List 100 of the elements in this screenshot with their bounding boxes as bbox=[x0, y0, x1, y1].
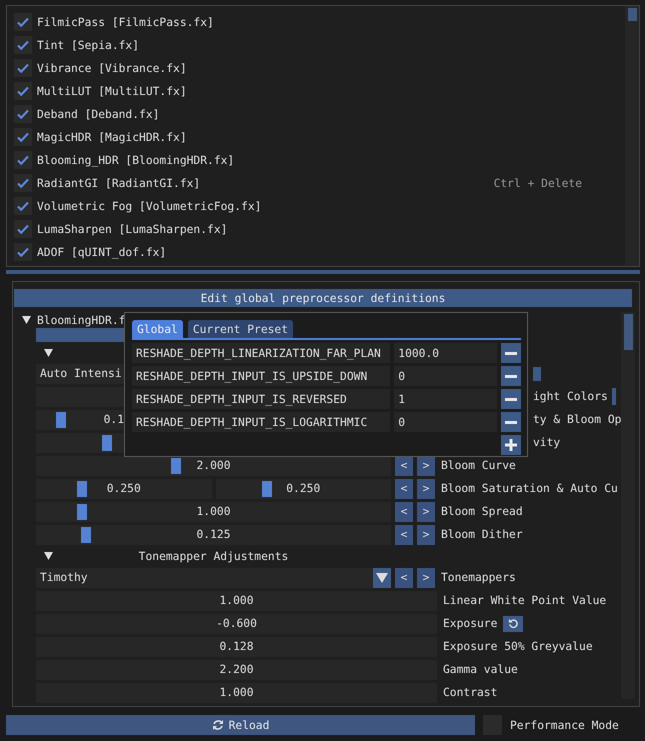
next-button[interactable]: > bbox=[417, 456, 435, 476]
minus-icon bbox=[505, 398, 517, 400]
minus-icon bbox=[505, 420, 517, 424]
next-button[interactable]: > bbox=[417, 524, 435, 544]
checkbox[interactable] bbox=[14, 220, 32, 238]
setting-label: vity bbox=[533, 436, 560, 449]
add-button[interactable] bbox=[501, 435, 521, 455]
setting-label: Bloom Saturation & Auto Cu bbox=[441, 482, 618, 495]
definition-name-field[interactable]: RESHADE_DEPTH_INPUT_IS_UPSIDE_DOWN bbox=[132, 366, 390, 386]
setting-label: Bloom Spread bbox=[441, 505, 523, 518]
effect-name[interactable]: Vibrance [Vibrance.fx] bbox=[37, 62, 187, 74]
setting-label: Gamma value bbox=[443, 663, 518, 676]
remove-button[interactable] bbox=[501, 389, 521, 409]
expanded-arrow-icon[interactable] bbox=[44, 552, 53, 560]
slider-thumb[interactable] bbox=[80, 526, 91, 542]
effect-name[interactable]: Blooming_HDR [BloomingHDR.fx] bbox=[37, 154, 234, 166]
remove-button[interactable] bbox=[501, 343, 521, 363]
definition-value-field[interactable]: 0 bbox=[394, 412, 497, 432]
checkbox[interactable] bbox=[14, 174, 32, 192]
previous-button[interactable]: < bbox=[395, 478, 413, 498]
slider-field[interactable] bbox=[36, 432, 124, 452]
checkbox[interactable] bbox=[14, 105, 32, 123]
number-field[interactable]: 1.000 bbox=[36, 590, 437, 610]
setting-label: ight Colors bbox=[533, 390, 608, 403]
next-button[interactable]: > bbox=[417, 502, 435, 522]
slider-field[interactable]: 0.250 bbox=[36, 478, 212, 498]
previous-button[interactable]: < bbox=[395, 502, 413, 522]
minus-icon bbox=[505, 352, 517, 354]
setting-label: Tonemappers bbox=[441, 571, 516, 584]
scrollbar[interactable] bbox=[625, 6, 639, 266]
slider-thumb[interactable] bbox=[77, 480, 88, 496]
definition-name-field[interactable]: RESHADE_DEPTH_LINEARIZATION_FAR_PLAN bbox=[132, 343, 390, 363]
setting-label: Linear White Point Value bbox=[443, 594, 606, 607]
next-button[interactable]: > bbox=[417, 478, 435, 498]
effect-name[interactable]: RadiantGI [RadiantGI.fx] bbox=[37, 176, 200, 190]
definition-value-field[interactable]: 1000.0 bbox=[394, 343, 497, 363]
slider-thumb[interactable] bbox=[77, 504, 88, 520]
previous-button[interactable]: < bbox=[395, 456, 413, 476]
next-button[interactable]: > bbox=[417, 568, 435, 588]
slider-thumb[interactable] bbox=[262, 480, 272, 496]
checkbox[interactable] bbox=[14, 128, 32, 146]
effect-name[interactable]: Deband [Deband.fx] bbox=[37, 108, 160, 120]
number-field[interactable]: 1.000 bbox=[36, 682, 437, 702]
effect-name[interactable]: FilmicPass [FilmicPass.fx] bbox=[37, 16, 214, 28]
definition-name-field[interactable]: RESHADE_DEPTH_INPUT_IS_LOGARITHMIC bbox=[132, 412, 390, 432]
effect-tree-node[interactable]: BloomingHDR.f bbox=[37, 314, 126, 326]
setting-label: Bloom Dither bbox=[441, 528, 523, 541]
slider-field[interactable]: 0.250 bbox=[216, 478, 391, 498]
checkbox[interactable] bbox=[14, 59, 32, 77]
slider-field[interactable]: 0.125 bbox=[36, 524, 391, 544]
section-header[interactable]: Tonemapper Adjustments bbox=[36, 550, 391, 562]
effect-name[interactable]: LumaSharpen [LumaSharpen.fx] bbox=[37, 222, 228, 236]
tab[interactable]: Current Preset bbox=[188, 320, 294, 338]
number-field[interactable]: 0.128 bbox=[36, 636, 437, 656]
slider-field[interactable]: 2.000 bbox=[36, 456, 391, 476]
slider-field[interactable]: 0.1 bbox=[36, 410, 124, 430]
expanded-arrow-icon[interactable] bbox=[22, 316, 31, 324]
previous-button[interactable]: < bbox=[395, 568, 413, 588]
checkbox[interactable] bbox=[14, 13, 32, 31]
slider-field[interactable] bbox=[36, 386, 124, 406]
dropdown[interactable]: Auto Intensi bbox=[36, 364, 124, 384]
effect-name[interactable]: Volumetric Fog [VolumetricFog.fx] bbox=[37, 200, 262, 212]
effect-name[interactable]: MagicHDR [MagicHDR.fx] bbox=[37, 130, 187, 144]
setting-label: ty & Bloom Op bbox=[533, 413, 622, 426]
previous-button[interactable]: < bbox=[395, 524, 413, 544]
number-field[interactable]: -0.600 bbox=[36, 614, 437, 634]
effect-name[interactable]: ADOF [qUINT_dof.fx] bbox=[37, 246, 166, 258]
scrollbar[interactable] bbox=[621, 312, 636, 699]
checkbox[interactable] bbox=[14, 197, 32, 215]
effect-name[interactable]: Tint [Sepia.fx] bbox=[37, 38, 140, 52]
checkbox[interactable] bbox=[14, 82, 32, 100]
setting-label: Contrast bbox=[443, 686, 498, 699]
minus-icon bbox=[505, 374, 517, 378]
expanded-arrow-icon[interactable] bbox=[44, 349, 53, 357]
setting-label: Exposure bbox=[443, 617, 498, 630]
refresh-icon bbox=[212, 719, 224, 731]
definition-value-field[interactable]: 0 bbox=[394, 366, 497, 386]
checkbox-label[interactable]: Performance Mode bbox=[510, 718, 619, 732]
effect-name[interactable]: MultiLUT [MultiLUT.fx] bbox=[37, 84, 187, 98]
setting-label: Bloom Curve bbox=[441, 459, 516, 472]
slider-field[interactable]: 1.000 bbox=[36, 502, 391, 522]
definition-name-field[interactable]: RESHADE_DEPTH_INPUT_IS_REVERSED bbox=[132, 389, 390, 409]
remove-button[interactable] bbox=[501, 412, 521, 432]
preprocessor-button[interactable]: Edit global preprocessor definitions bbox=[14, 289, 632, 307]
slider-thumb[interactable] bbox=[102, 434, 112, 450]
dropdown[interactable]: Timothy bbox=[36, 568, 391, 588]
remove-button[interactable] bbox=[501, 366, 521, 386]
plus-icon bbox=[505, 439, 517, 451]
checkbox[interactable] bbox=[14, 151, 32, 169]
slider-thumb[interactable] bbox=[170, 458, 181, 474]
reset-button[interactable] bbox=[503, 616, 524, 632]
checkbox[interactable] bbox=[612, 388, 616, 405]
number-field[interactable]: 2.200 bbox=[36, 660, 437, 680]
reload-button[interactable]: Reload bbox=[6, 715, 475, 735]
checkbox[interactable] bbox=[14, 36, 32, 54]
shortcut-hint: Ctrl + Delete bbox=[494, 176, 582, 190]
setting-label: Exposure 50% Greyvalue bbox=[443, 640, 593, 653]
slider-thumb[interactable] bbox=[56, 412, 66, 428]
checkbox[interactable] bbox=[14, 243, 32, 261]
definition-value-field[interactable]: 1 bbox=[394, 389, 497, 409]
